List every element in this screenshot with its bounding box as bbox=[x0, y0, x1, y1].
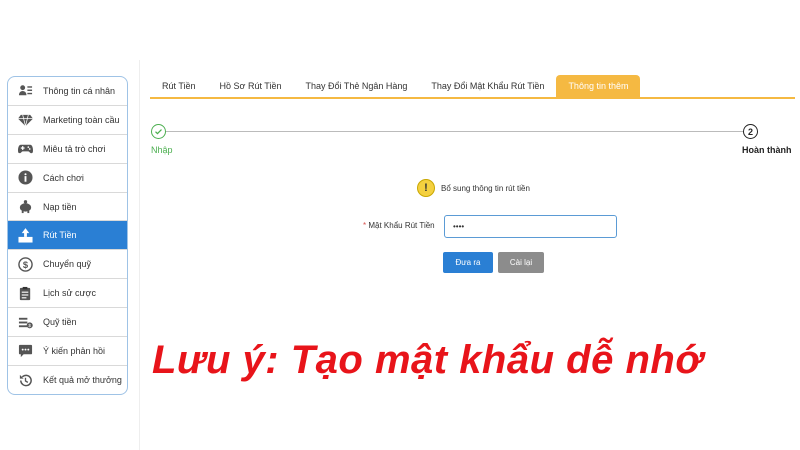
tab-change-bank-card[interactable]: Thay Đổi Thẻ Ngân Hàng bbox=[293, 75, 419, 97]
sidebar-item-label: Miêu tả trò chơi bbox=[43, 143, 106, 154]
password-label-text: Mật Khẩu Rút Tiền bbox=[368, 221, 435, 230]
gamepad-icon bbox=[17, 141, 33, 157]
tab-withdraw[interactable]: Rút Tiền bbox=[150, 75, 208, 97]
step-2-label: Hoàn thành bbox=[742, 145, 792, 155]
tab-bar: Rút Tiền Hồ Sơ Rút Tiền Thay Đổi Thẻ Ngâ… bbox=[150, 75, 795, 99]
dollar-circle-icon: $ bbox=[17, 256, 33, 272]
notice-text: Bổ sung thông tin rút tiền bbox=[441, 183, 530, 193]
step-1-label: Nhập bbox=[151, 145, 173, 155]
tab-withdraw-records[interactable]: Hồ Sơ Rút Tiền bbox=[208, 75, 294, 97]
sidebar-item-label: Chuyển quỹ bbox=[43, 259, 92, 270]
notice-message: ! Bổ sung thông tin rút tiền bbox=[417, 179, 530, 197]
piggy-bank-icon bbox=[17, 199, 33, 215]
sidebar-item-label: Quỹ tiền bbox=[43, 317, 77, 328]
chat-icon bbox=[17, 343, 33, 359]
withdraw-password-input[interactable] bbox=[444, 215, 617, 238]
sidebar-item-label: Ý kiến phản hồi bbox=[43, 345, 106, 356]
progress-line bbox=[163, 131, 743, 132]
tab-more-info[interactable]: Thông tin thêm bbox=[556, 75, 641, 97]
sidebar-item-game-description[interactable]: Miêu tả trò chơi bbox=[8, 135, 127, 164]
content-divider bbox=[139, 60, 140, 450]
required-mark: * bbox=[363, 221, 367, 230]
id-card-icon bbox=[17, 83, 33, 99]
history-icon bbox=[17, 372, 33, 388]
overlay-caption: Lưu ý: Tạo mật khẩu dễ nhớ bbox=[152, 338, 703, 382]
sidebar-item-how-to-play[interactable]: Cách chơi bbox=[8, 164, 127, 193]
diamond-icon bbox=[17, 112, 33, 128]
sidebar-item-label: Thông tin cá nhân bbox=[43, 85, 116, 96]
sidebar-item-label: Nạp tiền bbox=[43, 201, 77, 212]
sidebar-item-bet-history[interactable]: Lịch sử cược bbox=[8, 279, 127, 309]
svg-text:$: $ bbox=[28, 323, 31, 328]
sidebar-item-label: Lịch sử cược bbox=[43, 288, 96, 299]
sidebar-menu: Thông tin cá nhân Marketing toàn cầu Miê… bbox=[7, 76, 128, 395]
sidebar-item-label: Kết quả mở thưởng bbox=[43, 375, 122, 386]
tab-change-withdraw-password[interactable]: Thay Đổi Mật Khẩu Rút Tiền bbox=[419, 75, 556, 97]
sidebar-item-deposit[interactable]: Nạp tiền bbox=[8, 193, 127, 222]
password-field-label: * Mật Khẩu Rút Tiền bbox=[363, 221, 435, 230]
money-icon: $ bbox=[17, 314, 33, 330]
sidebar-item-draw-results[interactable]: Kết quả mở thưởng bbox=[8, 366, 127, 394]
step-2-indicator: 2 bbox=[743, 124, 758, 139]
svg-text:$: $ bbox=[22, 260, 28, 270]
submit-button[interactable]: Đưa ra bbox=[443, 252, 493, 273]
sidebar-item-money-fund[interactable]: $ Quỹ tiền bbox=[8, 308, 127, 338]
sidebar-item-label: Marketing toàn cầu bbox=[43, 114, 120, 125]
withdraw-icon bbox=[17, 227, 33, 243]
info-icon bbox=[17, 170, 33, 186]
sidebar-item-personal-info[interactable]: Thông tin cá nhân bbox=[8, 77, 127, 106]
sidebar-item-feedback[interactable]: Ý kiến phản hồi bbox=[8, 337, 127, 366]
clipboard-icon bbox=[17, 285, 33, 301]
sidebar-item-label: Rút Tiền bbox=[43, 230, 77, 241]
step-complete-check-icon bbox=[151, 124, 166, 139]
sidebar-item-withdraw[interactable]: Rút Tiền bbox=[8, 221, 127, 251]
sidebar-item-fund-transfer[interactable]: $ Chuyển quỹ bbox=[8, 250, 127, 280]
sidebar-item-label: Cách chơi bbox=[43, 172, 84, 183]
reset-button[interactable]: Cài lại bbox=[498, 252, 544, 273]
warning-icon: ! bbox=[417, 179, 435, 197]
sidebar-item-global-marketing[interactable]: Marketing toàn cầu bbox=[8, 106, 127, 135]
